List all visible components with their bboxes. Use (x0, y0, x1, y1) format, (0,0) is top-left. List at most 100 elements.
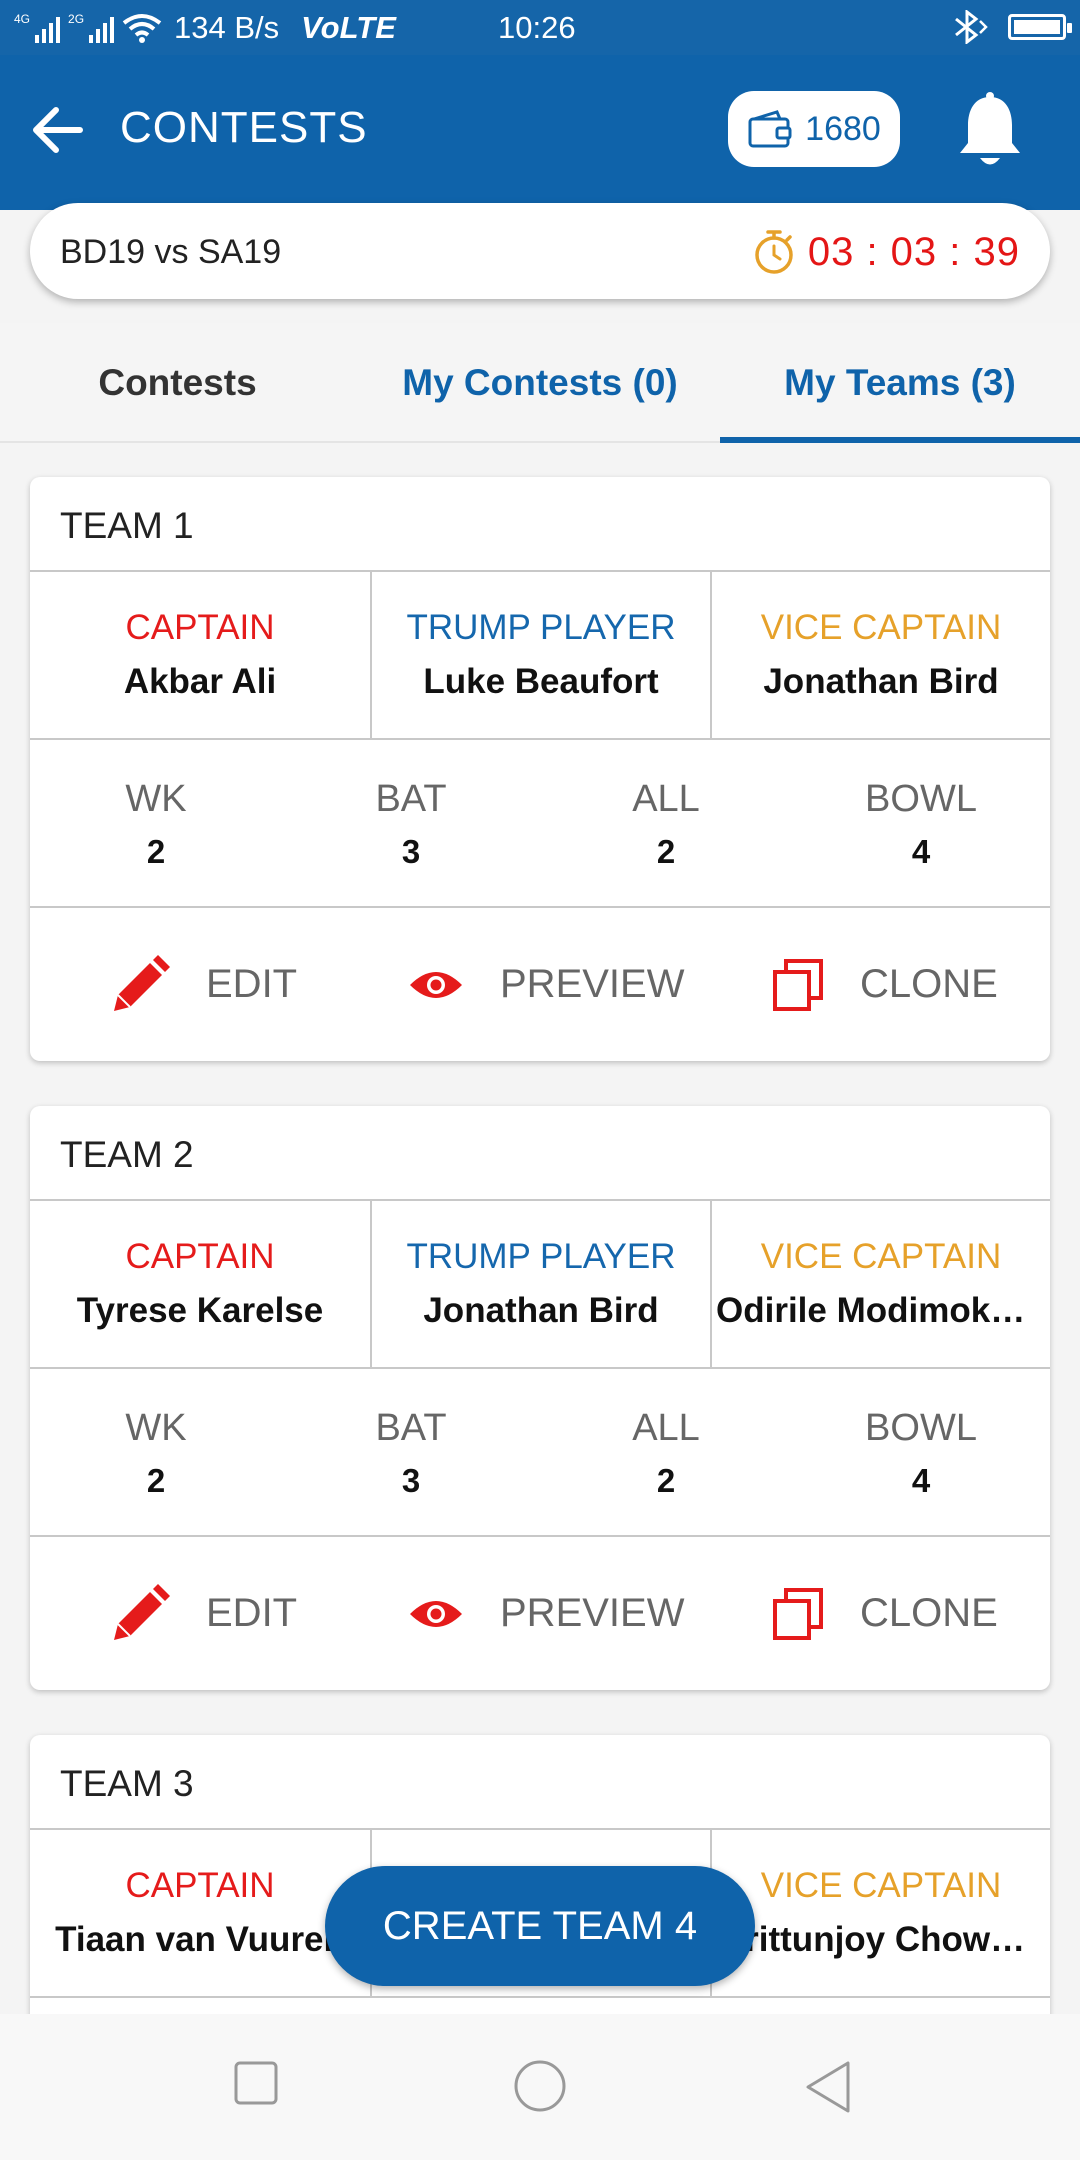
app-bar: CONTESTS 1680 (0, 55, 1080, 210)
stat-bat-value: 3 (401, 1462, 421, 1499)
clock: 10:26 (498, 10, 576, 45)
team-title: TEAM 1 (60, 505, 194, 546)
create-team-button[interactable]: CREATE TEAM 4 (325, 1866, 755, 1986)
team-card: TEAM 1 CAPTAIN Akbar Ali TRUMP PLAYER Lu… (30, 477, 1050, 1061)
trump-player-name: Luke Beaufort (423, 662, 659, 701)
team-roles-row: CAPTAIN Tyrese Karelse TRUMP PLAYER Jona… (30, 1199, 1050, 1369)
team-roles-row: CAPTAIN Akbar Ali TRUMP PLAYER Luke Beau… (30, 570, 1050, 740)
status-indicators: 4G 2G 134 B/s VoLTE (14, 10, 396, 46)
preview-team-button[interactable]: PREVIEW (408, 908, 684, 1061)
home-circle-icon[interactable] (512, 2059, 568, 2115)
trump-player-cell: TRUMP PLAYER Jonathan Bird (370, 1201, 710, 1367)
stat-all-value: 2 (656, 833, 676, 870)
captain-cell: CAPTAIN Tiaan van Vuuren (30, 1830, 370, 1996)
clone-label: CLONE (860, 962, 998, 1006)
network-speed: 134 B/s (174, 10, 280, 45)
team-title: TEAM 3 (60, 1763, 194, 1804)
countdown-timer: 03 : 03 : 39 (752, 229, 1020, 275)
active-tab-indicator (720, 437, 1080, 443)
stat-all-label: ALL (632, 778, 700, 820)
captain-name: Tiaan van Vuuren (55, 1920, 345, 1959)
captain-name: Akbar Ali (123, 662, 277, 701)
wallet-icon (748, 110, 792, 148)
stat-bat-label: BAT (375, 1407, 447, 1449)
stat-wk-value: 2 (146, 1462, 166, 1499)
network-type-label: 4G (14, 12, 31, 26)
status-right (950, 10, 1072, 44)
signal-icon: 4G (14, 12, 61, 43)
stat-bowl-label: BOWL (865, 778, 977, 820)
trump-player-cell: TRUMP PLAYER Luke Beaufort (370, 572, 710, 738)
page-title: CONTESTS (120, 103, 368, 152)
trump-player-name: Jonathan Bird (423, 1291, 659, 1330)
vice-captain-cell: VICE CAPTAIN Odirile Modimokoa… (710, 1201, 1050, 1367)
tab-my-teams[interactable]: My Teams (3) (720, 323, 1080, 443)
vice-captain-label: VICE CAPTAIN (760, 1237, 1002, 1276)
vice-captain-name: Mrittunjoy Chowdh… (716, 1920, 1050, 1959)
stat-wk-label: WK (125, 778, 187, 820)
captain-name: Tyrese Karelse (76, 1291, 324, 1330)
wallet-balance: 1680 (805, 109, 881, 148)
stopwatch-icon (755, 230, 793, 274)
stat-wk: WK 2 (76, 1407, 236, 1500)
edit-team-button[interactable]: EDIT (110, 908, 297, 1061)
status-bar: 4G 2G 134 B/s VoLTE 10:26 (0, 0, 1080, 55)
wifi-icon (122, 14, 162, 43)
team-actions-row: EDIT PREVIEW CLONE (30, 1537, 1050, 1690)
trump-player-label: TRUMP PLAYER (406, 608, 676, 647)
vice-captain-label: VICE CAPTAIN (760, 1866, 1002, 1905)
tab-contests[interactable]: Contests (0, 323, 355, 443)
clone-label: CLONE (860, 1591, 998, 1635)
vice-captain-cell: VICE CAPTAIN Mrittunjoy Chowdh… (710, 1830, 1050, 1996)
preview-label: PREVIEW (500, 962, 685, 1006)
recents-square-icon[interactable] (232, 2059, 280, 2107)
captain-cell: CAPTAIN Akbar Ali (30, 572, 370, 738)
team-stats-row: WK 2 BAT 3 ALL 2 BOWL 4 (30, 740, 1050, 908)
captain-label: CAPTAIN (125, 1237, 275, 1276)
system-nav-bar (0, 2014, 1080, 2160)
signal-icon-2: 2G (68, 12, 115, 43)
clone-team-button[interactable]: CLONE (772, 908, 998, 1061)
stat-wk: WK 2 (76, 778, 236, 871)
stat-bat: BAT 3 (331, 778, 491, 871)
stat-all-label: ALL (632, 1407, 700, 1449)
bluetooth-icon (955, 10, 988, 44)
trump-player-label: TRUMP PLAYER (406, 1237, 676, 1276)
stat-bat: BAT 3 (331, 1407, 491, 1500)
team-actions-row: EDIT PREVIEW CLONE (30, 908, 1050, 1061)
team-stats-row: WK 2 BAT 3 ALL 2 BOWL 4 (30, 1369, 1050, 1537)
team-card: TEAM 2 CAPTAIN Tyrese Karelse TRUMP PLAY… (30, 1106, 1050, 1690)
vice-captain-name: Jonathan Bird (763, 662, 999, 701)
pencil-icon (114, 1583, 170, 1640)
edit-label: EDIT (206, 1591, 298, 1635)
captain-cell: CAPTAIN Tyrese Karelse (30, 1201, 370, 1367)
back-triangle-icon[interactable] (802, 2059, 854, 2115)
team-title: TEAM 2 (60, 1134, 194, 1175)
volte-label: VoLTE (301, 10, 396, 45)
preview-label: PREVIEW (500, 1591, 685, 1635)
notification-bell-icon[interactable] (956, 91, 1024, 171)
stat-bat-label: BAT (375, 778, 447, 820)
stat-bat-value: 3 (401, 833, 421, 870)
tab-bar: Contests My Contests (0) My Teams (3) (0, 323, 1080, 443)
eye-icon (410, 971, 462, 998)
edit-team-button[interactable]: EDIT (110, 1537, 297, 1690)
match-name: BD19 vs SA19 (60, 233, 282, 271)
stat-bowl-value: 4 (911, 833, 931, 870)
battery-icon (1008, 14, 1072, 40)
stat-bowl: BOWL 4 (841, 1407, 1001, 1500)
tab-my-contests[interactable]: My Contests (0) (365, 323, 715, 443)
clone-team-button[interactable]: CLONE (772, 1537, 998, 1690)
preview-team-button[interactable]: PREVIEW (408, 1537, 684, 1690)
network-type-label-2: 2G (68, 12, 85, 26)
captain-label: CAPTAIN (125, 608, 275, 647)
wallet-button[interactable]: 1680 (728, 91, 900, 167)
stat-wk-label: WK (125, 1407, 187, 1449)
copy-icon (773, 1587, 823, 1640)
back-arrow-icon[interactable] (30, 105, 86, 155)
copy-icon (773, 958, 823, 1011)
stat-bowl-label: BOWL (865, 1407, 977, 1449)
stat-all: ALL 2 (586, 778, 746, 871)
stat-bowl-value: 4 (911, 1462, 931, 1499)
edit-label: EDIT (206, 962, 298, 1006)
